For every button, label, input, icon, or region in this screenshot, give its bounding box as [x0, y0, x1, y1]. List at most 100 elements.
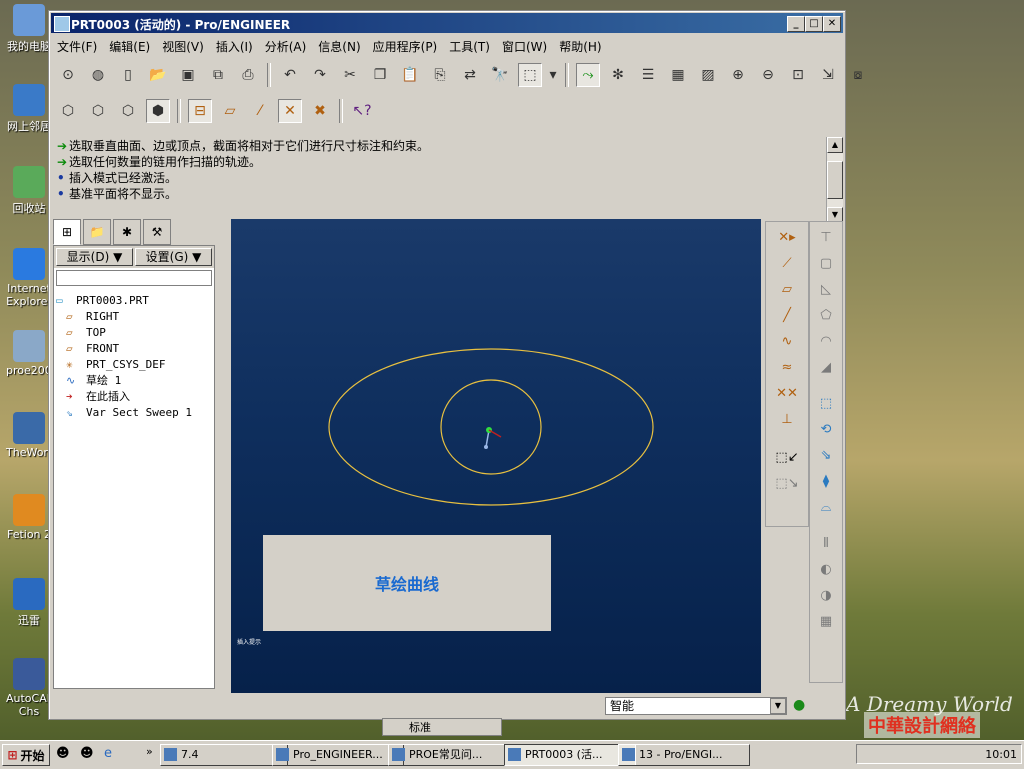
- context-help-icon[interactable]: ↖?: [350, 99, 374, 123]
- shell-tool-icon[interactable]: ▢: [814, 252, 838, 274]
- spin-center-toggle-icon[interactable]: ✖: [308, 99, 332, 123]
- datum-points-toggle-icon[interactable]: ⁄: [248, 99, 272, 123]
- model-tree-node[interactable]: ▭ PRT0003.PRT: [56, 292, 212, 308]
- blend-tool-icon[interactable]: ⧫: [814, 470, 838, 492]
- panel-splitter[interactable]: [221, 219, 229, 693]
- datum-plane-tool-icon[interactable]: ▱: [775, 278, 799, 300]
- menu-item[interactable]: 窗口(W): [496, 35, 553, 55]
- desktop-icon[interactable]: 回收站: [6, 166, 52, 216]
- variable-sweep-icon[interactable]: ⇘: [814, 444, 838, 466]
- minimize-button[interactable]: _: [787, 16, 805, 32]
- tree-filter-field[interactable]: [56, 270, 212, 286]
- no-hidden-icon[interactable]: ⬡: [116, 99, 140, 123]
- taskbar-task[interactable]: 7.4: [160, 744, 288, 766]
- datum-axes-toggle-icon[interactable]: ▱: [218, 99, 242, 123]
- hidden-line-icon[interactable]: ⬡: [86, 99, 110, 123]
- view-manager-icon[interactable]: ▦: [666, 63, 690, 87]
- model-tree-node[interactable]: ▱ RIGHT: [56, 308, 212, 324]
- datum-point-tool-icon[interactable]: ✕✕: [775, 382, 799, 404]
- merge-tool-icon[interactable]: ◐: [814, 558, 838, 580]
- zoom-out-icon[interactable]: ⊖: [756, 63, 780, 87]
- menu-item[interactable]: 视图(V): [156, 35, 210, 55]
- menu-item[interactable]: 插入(I): [210, 35, 259, 55]
- model-tree-tab[interactable]: ⊞: [53, 219, 81, 245]
- selection-filter-select[interactable]: 智能 ▼: [605, 697, 787, 715]
- draft-tool-icon[interactable]: ⬠: [814, 304, 838, 326]
- desktop-icon[interactable]: 我的电脑: [6, 4, 52, 54]
- mirror-tool-icon[interactable]: ⫴: [814, 532, 838, 554]
- maximize-button[interactable]: □: [805, 16, 823, 32]
- lock-icon[interactable]: ◍: [86, 63, 110, 87]
- selection-box-icon[interactable]: ⬚: [518, 63, 542, 87]
- model-tree-node[interactable]: ➔ 在此插入: [56, 388, 212, 404]
- model-tree-node[interactable]: ⇘ Var Sect Sweep 1: [56, 404, 212, 420]
- save-copy-icon[interactable]: ⧉: [206, 63, 230, 87]
- menu-item[interactable]: 工具(T): [443, 35, 496, 55]
- undo-icon[interactable]: ↶: [278, 63, 302, 87]
- taskbar-task[interactable]: PROE常见问...: [388, 744, 520, 766]
- model-tree-node[interactable]: ▱ FRONT: [56, 340, 212, 356]
- taskbar-task[interactable]: Pro_ENGINEER...: [272, 744, 404, 766]
- graphics-window[interactable]: 草绘曲线 插入提示: [231, 219, 761, 693]
- style-tool-icon[interactable]: ⌓: [814, 496, 838, 518]
- menu-item[interactable]: 信息(N): [312, 35, 366, 55]
- csys-tool-icon[interactable]: ⊥: [775, 408, 799, 430]
- round-tool-icon[interactable]: ◠: [814, 330, 838, 352]
- favorites-tab[interactable]: ✱: [113, 219, 141, 245]
- desktop-icon[interactable]: Fetion 2: [6, 494, 52, 541]
- revolve-tool-icon[interactable]: ⟲: [814, 418, 838, 440]
- datum-axis-tool-icon[interactable]: ⟋: [775, 252, 799, 274]
- ime-toolbar[interactable]: 标准: [382, 718, 502, 736]
- desktop-icon[interactable]: 迅雷: [6, 578, 52, 628]
- folder-browser-tab[interactable]: 📁: [83, 219, 111, 245]
- menu-item[interactable]: 帮助(H): [553, 35, 607, 55]
- rib-tool-icon[interactable]: ◺: [814, 278, 838, 300]
- taskbar-task[interactable]: 13 - Pro/ENGI...: [618, 744, 750, 766]
- datum-display-filter-icon[interactable]: ✕▸: [775, 226, 799, 248]
- desktop-icon[interactable]: 网上邻居: [6, 84, 52, 134]
- menu-item[interactable]: 编辑(E): [103, 35, 156, 55]
- chamfer-tool-icon[interactable]: ◢: [814, 356, 838, 378]
- menu-item[interactable]: 分析(A): [259, 35, 313, 55]
- desktop-icon[interactable]: TheWorld: [6, 412, 58, 459]
- copy-icon[interactable]: ❐: [368, 63, 392, 87]
- refit-icon[interactable]: ⊡: [786, 63, 810, 87]
- show-dropdown[interactable]: 显示(D) ▼: [56, 248, 133, 266]
- quicklaunch-qq2-icon[interactable]: ☻: [80, 746, 94, 761]
- datum-axis-line-icon[interactable]: ╱: [775, 304, 799, 326]
- quicklaunch-ie-icon[interactable]: e: [104, 746, 112, 761]
- selection-dropdown-icon[interactable]: ▾: [548, 63, 558, 87]
- scroll-thumb[interactable]: [827, 161, 843, 199]
- redo-icon[interactable]: ↷: [308, 63, 332, 87]
- new-session-icon[interactable]: ⊙: [56, 63, 80, 87]
- title-bar[interactable]: PRT0003 (活动的) - Pro/ENGINEER _ □ ✕: [51, 13, 843, 33]
- menu-item[interactable]: 应用程序(P): [367, 35, 444, 55]
- connections-tab[interactable]: ⚒: [143, 219, 171, 245]
- paste-icon[interactable]: 📋: [398, 63, 422, 87]
- coord-sys-toggle-icon[interactable]: ✕: [278, 99, 302, 123]
- model-tree-node[interactable]: ▱ TOP: [56, 324, 212, 340]
- settings-dropdown[interactable]: 设置(G) ▼: [135, 248, 212, 266]
- regenerate-icon[interactable]: ⇄: [458, 63, 482, 87]
- zoom-in-icon[interactable]: ⊕: [726, 63, 750, 87]
- menu-item[interactable]: 文件(F): [51, 35, 103, 55]
- paste-special-icon[interactable]: ⎘: [428, 63, 452, 87]
- taskbar-task[interactable]: PRT0003 (活...: [504, 744, 636, 766]
- desktop-icon[interactable]: proe2001: [6, 330, 59, 377]
- find-icon[interactable]: 🔭: [488, 63, 512, 87]
- insert-feature-icon[interactable]: ⬚↘: [775, 472, 799, 494]
- cut-icon[interactable]: ✂: [338, 63, 362, 87]
- repaint-icon[interactable]: ▨: [696, 63, 720, 87]
- datum-display-icon[interactable]: ⤳: [576, 63, 600, 87]
- save-icon[interactable]: ▣: [176, 63, 200, 87]
- model-tree-node[interactable]: ✳ PRT_CSYS_DEF: [56, 356, 212, 372]
- shading-icon[interactable]: ⬢: [146, 99, 170, 123]
- extrude-tool-icon[interactable]: ⬚: [814, 392, 838, 414]
- scroll-up-icon[interactable]: ▲: [827, 137, 843, 153]
- curve-tool-icon[interactable]: ≈: [775, 356, 799, 378]
- spin-center-icon[interactable]: ✻: [606, 63, 630, 87]
- desktop-icon[interactable]: AutoCAD Chs: [6, 658, 55, 718]
- quicklaunch-qq-icon[interactable]: ☻: [56, 746, 70, 761]
- datum-planes-toggle-icon[interactable]: ⊟: [188, 99, 212, 123]
- trim-tool-icon[interactable]: ◑: [814, 584, 838, 606]
